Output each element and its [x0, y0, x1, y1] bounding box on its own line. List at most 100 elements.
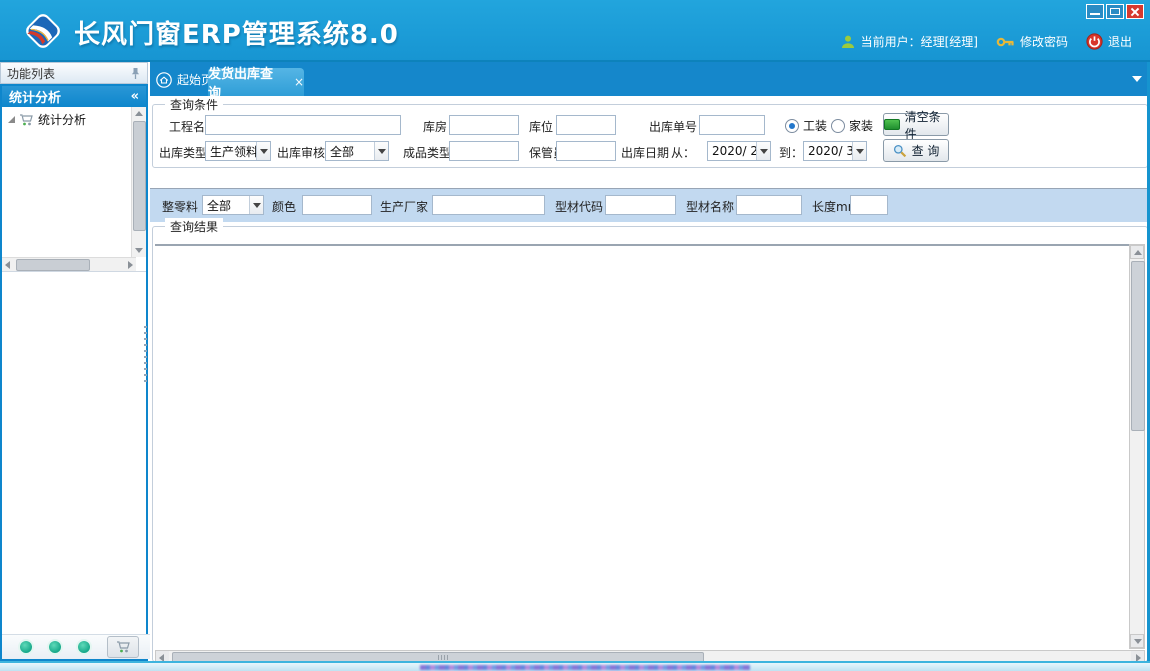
sidebar-panel: 统计分析 « 统计分析	[0, 84, 148, 661]
scroll-right-icon[interactable]	[128, 261, 133, 269]
profile-code-input[interactable]	[605, 195, 676, 215]
profile-name-label: 型材名称	[686, 198, 734, 215]
chevron-down-icon[interactable]	[256, 142, 270, 160]
date-to-picker[interactable]: 2020/ 3/16	[803, 141, 867, 161]
product-type-input[interactable]	[449, 141, 519, 161]
tree-root[interactable]: 统计分析	[2, 107, 146, 130]
out-type-label: 出库类型	[159, 144, 207, 161]
dot-icon[interactable]	[78, 641, 90, 653]
scroll-thumb[interactable]	[1131, 261, 1145, 431]
zl-combo[interactable]: 全部	[202, 195, 264, 215]
date-label: 出库日期	[621, 144, 669, 161]
order-no-label: 出库单号	[649, 118, 697, 135]
home-icon	[156, 72, 172, 88]
splitter-handle[interactable]	[144, 326, 147, 382]
clear-icon	[884, 119, 900, 130]
logout-button[interactable]: 退出	[1086, 33, 1132, 50]
chevron-down-icon[interactable]	[756, 142, 770, 160]
results-grid	[155, 244, 1131, 246]
window-controls	[1086, 4, 1144, 19]
location-label: 库位	[529, 118, 553, 135]
project-name-input[interactable]	[205, 115, 401, 135]
current-user: 当前用户：经理[经理]	[840, 33, 978, 50]
radio-gongzhuang[interactable]: 工装	[785, 117, 827, 134]
query-results-groupbox: 查询结果	[152, 226, 1148, 662]
chevron-down-icon[interactable]	[374, 142, 388, 160]
material-filter-band: 整零料 全部 颜色 生产厂家 型材代码 型材名称 长度mm	[150, 188, 1150, 222]
dot-icon[interactable]	[20, 641, 32, 653]
grid-vertical-scrollbar[interactable]	[1129, 244, 1145, 649]
location-input[interactable]	[556, 115, 616, 135]
tree-horizontal-scrollbar[interactable]	[2, 257, 136, 271]
keeper-input[interactable]	[556, 141, 616, 161]
user-bar: 当前用户：经理[经理] 修改密码 退出	[828, 33, 1132, 50]
clear-conditions-button[interactable]: 清空条件	[883, 113, 949, 136]
title-bar: 长风门窗ERP管理系统8.0 当前用户：经理[经理] 修改密码 退出	[0, 0, 1150, 62]
change-password-label: 修改密码	[1020, 33, 1068, 50]
search-label: 查 询	[912, 142, 940, 159]
radio-jiazhuang[interactable]: 家装	[831, 117, 873, 134]
factory-input[interactable]	[432, 195, 545, 215]
minimize-button[interactable]	[1086, 4, 1104, 19]
length-input[interactable]	[850, 195, 888, 215]
profile-name-input[interactable]	[736, 195, 802, 215]
power-icon	[1086, 33, 1103, 50]
scroll-thumb[interactable]	[133, 121, 146, 231]
function-list-title: 功能列表	[7, 65, 55, 82]
expander-icon[interactable]	[8, 116, 15, 123]
audit-label: 出库审核	[277, 144, 325, 161]
dot-icon[interactable]	[49, 641, 61, 653]
scroll-up-icon[interactable]	[135, 111, 143, 116]
cart-shortcut-button[interactable]	[107, 636, 139, 658]
warehouse-label: 库房	[423, 118, 447, 135]
maximize-button[interactable]	[1106, 4, 1124, 19]
change-password-button[interactable]: 修改密码	[996, 33, 1068, 50]
collapse-icon[interactable]: «	[131, 89, 139, 104]
color-input[interactable]	[302, 195, 372, 215]
date-to-value: 2020/ 3/16	[804, 144, 852, 158]
query-conditions-groupbox: 查询条件 工程名称 库房 库位 出库单号 工装 家装 清空条件 出库类型	[152, 104, 1148, 168]
tab-shipping-query[interactable]: 发货出库查询 ×	[208, 68, 304, 96]
warehouse-input[interactable]	[449, 115, 519, 135]
tree-vertical-scrollbar[interactable]	[131, 107, 146, 257]
date-from-value: 2020/ 2/16	[708, 144, 756, 158]
scroll-up-button[interactable]	[1130, 245, 1144, 259]
date-from-label: 从：	[671, 144, 695, 161]
radio-jiazhuang-label: 家装	[849, 117, 873, 134]
cart-icon	[19, 113, 34, 127]
thumb-grip	[438, 655, 448, 660]
scroll-thumb[interactable]	[16, 259, 90, 271]
clear-conditions-label: 清空条件	[905, 108, 948, 142]
app-logo	[20, 8, 66, 57]
section-statistics-header[interactable]: 统计分析 «	[2, 86, 146, 107]
tab-list-dropdown-icon[interactable]	[1132, 76, 1142, 82]
query-results-title: 查询结果	[165, 218, 223, 235]
color-label: 颜色	[272, 198, 296, 215]
product-type-label: 成品类型	[403, 144, 451, 161]
close-button[interactable]	[1126, 4, 1144, 19]
factory-label: 生产厂家	[380, 198, 428, 215]
sidebar-bottom-bar: »▾	[2, 634, 164, 659]
tab-close-icon[interactable]: ×	[294, 75, 304, 89]
zl-label: 整零料	[162, 198, 198, 215]
audit-combo[interactable]: 全部	[325, 141, 389, 161]
date-to-label: 到：	[779, 144, 803, 161]
scroll-left-icon[interactable]	[5, 261, 10, 269]
cart-icon	[116, 640, 131, 654]
chevron-down-icon[interactable]	[852, 142, 866, 160]
user-icon	[840, 34, 856, 50]
search-button[interactable]: 查 询	[883, 139, 949, 162]
tab-home[interactable]: 起始页	[156, 71, 213, 88]
scroll-down-icon[interactable]	[135, 248, 143, 253]
key-icon	[996, 34, 1015, 50]
out-type-combo[interactable]: 生产领料出库	[205, 141, 271, 161]
order-no-input[interactable]	[699, 115, 765, 135]
statistics-tree: 统计分析	[2, 107, 146, 272]
pin-icon[interactable]	[130, 67, 141, 80]
scroll-down-button[interactable]	[1130, 634, 1144, 648]
zl-value: 全部	[203, 197, 249, 214]
function-list-header: 功能列表	[0, 62, 148, 84]
section-title: 统计分析	[9, 87, 61, 106]
chevron-down-icon[interactable]	[249, 196, 263, 214]
date-from-picker[interactable]: 2020/ 2/16	[707, 141, 771, 161]
